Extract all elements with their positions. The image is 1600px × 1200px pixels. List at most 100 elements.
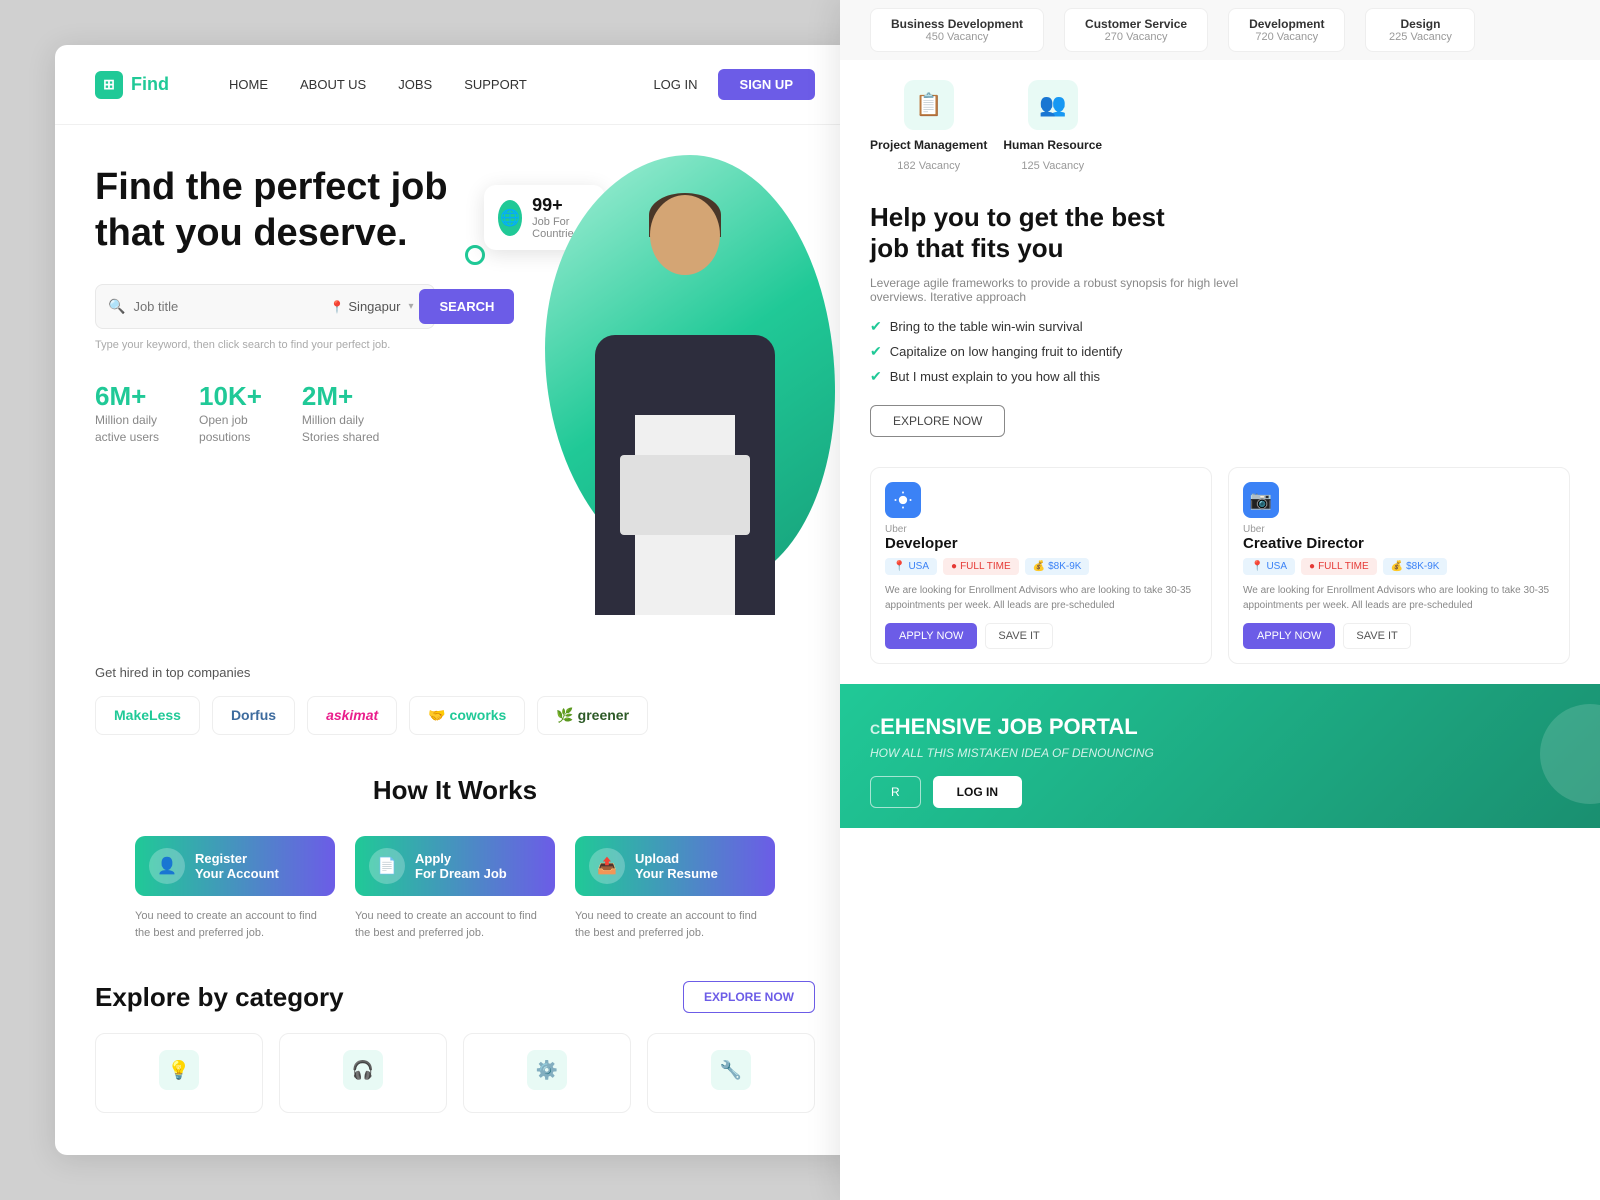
check-label-1: Bring to the table win-win survival (890, 319, 1083, 334)
rp-cta-section: CEHENSIVE JOB PORTAL HOW ALL THIS MISTAK… (840, 684, 1600, 828)
navbar: ⊞ Find HOME ABOUT US JOBS SUPPORT LOG IN… (55, 45, 855, 125)
save-button-2[interactable]: SAVE IT (1343, 623, 1410, 649)
check-label-2: Capitalize on low hanging fruit to ident… (890, 344, 1123, 359)
save-button-1[interactable]: SAVE IT (985, 623, 1052, 649)
stat-number-3: 2M+ (302, 381, 379, 412)
signup-button[interactable]: SIGN UP (718, 69, 815, 100)
rp-job-title-2: Creative Director (1243, 535, 1555, 552)
person-head (650, 195, 720, 275)
explore-title: Explore by category (95, 982, 344, 1013)
how-step-1-desc: You need to create an account to find th… (135, 908, 335, 941)
rp-cta-login-button[interactable]: LOG IN (933, 776, 1022, 808)
rp-top-card-1-title: Business Development (891, 17, 1023, 31)
rp-top-card-1-sub: 450 Vacancy (891, 31, 1023, 43)
explore-now-button[interactable]: EXPLORE NOW (683, 981, 815, 1013)
rp-top-card-4-title: Design (1386, 17, 1454, 31)
hero-title-line1: Find the perfect job (95, 166, 448, 208)
company-logo-1[interactable]: MakeLess (95, 696, 200, 735)
category-icon-4: 🔧 (711, 1050, 751, 1090)
check-label-3: But I must explain to you how all this (890, 369, 1100, 384)
rp-check-2: ✔ Capitalize on low hanging fruit to ide… (870, 343, 1570, 360)
rp-job-card-2: 📷 Uber Creative Director 📍 USA ● FULL TI… (1228, 467, 1570, 664)
rp-job-desc-1: We are looking for Enrollment Advisors w… (885, 583, 1197, 613)
apply-button-2[interactable]: APPLY NOW (1243, 623, 1335, 649)
rp-top-card-3: Development 720 Vacancy (1228, 8, 1345, 52)
category-cards: 💡 🎧 ⚙️ 🔧 (95, 1033, 815, 1113)
nav-home[interactable]: HOME (229, 77, 268, 92)
rp-cat-sub-1: 182 Vacancy (897, 160, 960, 172)
rp-cta-title: CEHENSIVE JOB PORTAL (870, 714, 1570, 740)
tag-full-2: ● FULL TIME (1301, 558, 1377, 575)
logo[interactable]: ⊞ Find (95, 71, 169, 99)
css-person (545, 165, 825, 615)
category-card-2[interactable]: 🎧 (279, 1033, 447, 1113)
category-icon-2: 🎧 (343, 1050, 383, 1090)
rp-cat-title-2: Human Resource (1003, 138, 1102, 152)
rp-cta-actions: R LOG IN (870, 776, 1570, 808)
nav-about[interactable]: ABOUT US (300, 77, 366, 92)
rp-job-company-1: Uber (885, 524, 1197, 535)
rp-categories: 📋 Project Management 182 Vacancy 👥 Human… (840, 60, 1600, 172)
explore-section: Explore by category EXPLORE NOW 💡 🎧 ⚙️ 🔧 (55, 961, 855, 1123)
logo-icon: ⊞ (95, 71, 123, 99)
rp-job-logo-2: 📷 (1243, 482, 1279, 518)
category-card-3[interactable]: ⚙️ (463, 1033, 631, 1113)
hero-title-line2: that you deserve. (95, 212, 408, 254)
location-value: Singapur (348, 299, 400, 314)
hero-title: Find the perfect job that you deserve. (95, 165, 475, 256)
category-card-1[interactable]: 💡 (95, 1033, 263, 1113)
rp-cat-item-1[interactable]: 📋 Project Management 182 Vacancy (870, 80, 987, 172)
upload-icon: 📤 (589, 848, 625, 884)
stat-number-1: 6M+ (95, 381, 159, 412)
rp-cta-outline-button[interactable]: R (870, 776, 921, 808)
register-icon: 👤 (149, 848, 185, 884)
globe-icon: 🌐 (498, 200, 522, 236)
rp-job-company-2: Uber (1243, 524, 1555, 535)
company-logo-2[interactable]: Dorfus (212, 696, 295, 735)
apply-button-1[interactable]: APPLY NOW (885, 623, 977, 649)
search-input[interactable] (133, 299, 309, 314)
how-step-1-header: 👤 Register Your Account (135, 836, 335, 896)
rp-help-desc: Leverage agile frameworks to provide a r… (870, 276, 1250, 304)
rp-help-title: Help you to get the best job that fits y… (870, 202, 1210, 264)
rp-job-tags-2: 📍 USA ● FULL TIME 💰 $8K-9K (1243, 558, 1555, 575)
rp-cat-item-2[interactable]: 👥 Human Resource 125 Vacancy (1003, 80, 1102, 172)
nav-actions: LOG IN SIGN UP (653, 69, 815, 100)
how-step-3-header: 📤 Upload Your Resume (575, 836, 775, 896)
hero-person-image (545, 165, 825, 615)
search-bar: 🔍 📍 Singapur ▾ SEARCH (95, 284, 435, 329)
nav-support[interactable]: SUPPORT (464, 77, 527, 92)
company-logo-4[interactable]: 🤝 coworks (409, 696, 525, 735)
companies-title: Get hired in top companies (95, 665, 815, 680)
location-selector[interactable]: 📍 Singapur ▾ (329, 299, 413, 314)
check-icon-3: ✔ (870, 368, 882, 385)
apply-icon: 📄 (369, 848, 405, 884)
person-laptop (620, 455, 750, 535)
how-step-1-title: Register Your Account (195, 851, 279, 881)
nav-jobs[interactable]: JOBS (398, 77, 432, 92)
how-step-2-desc: You need to create an account to find th… (355, 908, 555, 941)
stat-item-2: 10K+ Open job posutions (199, 381, 262, 446)
rp-job-tags-1: 📍 USA ● FULL TIME 💰 $8K-9K (885, 558, 1197, 575)
search-button[interactable]: SEARCH (419, 289, 514, 324)
category-icon-1: 💡 (159, 1050, 199, 1090)
company-logo-5[interactable]: 🌿 greener (537, 696, 648, 735)
rp-explore-button[interactable]: EXPLORE NOW (870, 405, 1005, 437)
nav-links: HOME ABOUT US JOBS SUPPORT (229, 77, 653, 92)
category-card-4[interactable]: 🔧 (647, 1033, 815, 1113)
main-card: ⊞ Find HOME ABOUT US JOBS SUPPORT LOG IN… (55, 45, 855, 1155)
right-panel: Business Development 450 Vacancy Custome… (840, 0, 1600, 1200)
rp-job-actions-1: APPLY NOW SAVE IT (885, 623, 1197, 649)
check-icon-1: ✔ (870, 318, 882, 335)
rp-top-strip: Business Development 450 Vacancy Custome… (840, 0, 1600, 60)
companies-logos: MakeLess Dorfus askimat 🤝 coworks 🌿 gree… (95, 696, 815, 735)
stat-item-3: 2M+ Million daily Stories shared (302, 381, 379, 446)
rp-job-card-1: Uber Developer 📍 USA ● FULL TIME 💰 $8K-9… (870, 467, 1212, 664)
company-logo-3[interactable]: askimat (307, 696, 397, 735)
stat-label-2: Open job posutions (199, 412, 262, 446)
rp-cta-subtitle: HOW ALL THIS MISTAKEN IDEA OF DENOUNCING (870, 746, 1570, 760)
rp-check-3: ✔ But I must explain to you how all this (870, 368, 1570, 385)
login-button[interactable]: LOG IN (653, 77, 697, 92)
stat-label-3: Million daily Stories shared (302, 412, 379, 446)
how-step-2-header: 📄 Apply For Dream Job (355, 836, 555, 896)
